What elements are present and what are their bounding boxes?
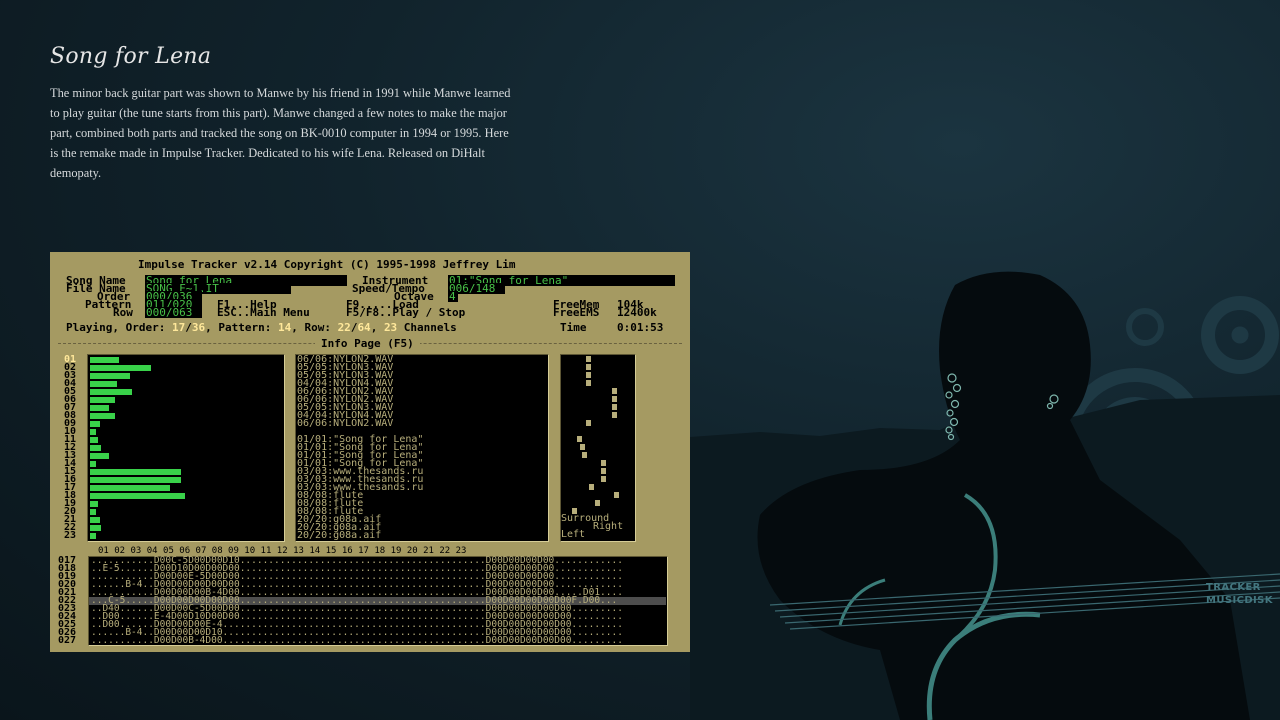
panning-marker: [595, 500, 600, 506]
page-title: Song for Lena: [50, 44, 212, 69]
channel-volume-bar: [90, 389, 132, 395]
channel-volume-bar: [90, 453, 109, 459]
panning-marker: [582, 452, 587, 458]
channel-number: 23: [64, 530, 77, 541]
channel-volume-bar: [90, 517, 100, 523]
panning-marker: [601, 468, 606, 474]
time-value: 0:01:53: [617, 321, 664, 334]
channel-volume-bar: [90, 485, 170, 491]
sample-entry: 06/06:NYLON2.WAV: [297, 418, 394, 429]
row-field[interactable]: 000/063: [145, 307, 202, 318]
badge-line-1: TRACKER: [1206, 582, 1261, 593]
panning-marker: [601, 460, 606, 466]
panning-marker: [577, 436, 582, 442]
panning-marker: [612, 396, 617, 402]
panning-marker: [580, 444, 585, 450]
channel-volume-bar: [90, 525, 101, 531]
channel-volume-bar: [90, 477, 181, 483]
channel-volume-bar: [90, 397, 115, 403]
panning-marker: [601, 476, 606, 482]
channel-volume-bar: [90, 405, 109, 411]
play-stop-hint: F5/F8..Play / Stop: [346, 306, 466, 319]
panning-marker: [586, 380, 591, 386]
panning-marker: [586, 372, 591, 378]
pattern-row-number: 027: [58, 635, 77, 646]
panning-marker: [612, 388, 617, 394]
main-menu-hint: ESC..Main Menu: [217, 306, 310, 319]
channel-volume-bar: [90, 461, 96, 467]
panning-marker: [612, 412, 617, 418]
channel-volume-bar: [90, 501, 98, 507]
channel-volume-bar: [90, 413, 115, 419]
channel-volume-bar: [90, 429, 96, 435]
channel-volume-bar: [90, 437, 98, 443]
playing-status: Playing, Order: 17/36, Pattern: 14, Row:…: [66, 321, 457, 334]
right-label: Right: [593, 521, 624, 532]
tracker-header: Impulse Tracker v2.14 Copyright (C) 1995…: [138, 258, 516, 271]
channel-volume-bar: [90, 421, 100, 427]
panning-marker: [612, 404, 617, 410]
channel-volume-bar: [90, 445, 101, 451]
freeems-value: 12400k: [617, 306, 657, 319]
impulse-tracker-window: Impulse Tracker v2.14 Copyright (C) 1995…: [50, 252, 690, 652]
panning-marker: [586, 420, 591, 426]
channel-volume-bar: [90, 365, 151, 371]
channel-volume-bar: [90, 493, 185, 499]
channel-volume-bar: [90, 533, 96, 539]
panning-marker: [586, 364, 591, 370]
panning-marker: [589, 484, 594, 490]
channel-volume-bar: [90, 469, 181, 475]
channel-volume-bar: [90, 509, 96, 515]
time-label: Time: [560, 321, 587, 334]
left-label: Left: [561, 529, 586, 540]
channel-volume-bar: [90, 357, 119, 363]
tracker-musicdisk-badge: TRACKER MUSICDISK: [1206, 581, 1273, 607]
panning-marker: [614, 492, 619, 498]
row-label: Row: [113, 306, 133, 319]
badge-line-2: MUSICDISK: [1206, 595, 1273, 606]
page-description: The minor back guitar part was shown to …: [50, 86, 511, 180]
channel-volume-bar: [90, 373, 130, 379]
octave-field[interactable]: 4: [448, 291, 458, 302]
panning-marker: [586, 356, 591, 362]
pattern-row[interactable]: ...........D00D00B-4D00.................…: [91, 636, 623, 646]
sample-entry: 20/20:g08a.aif: [297, 530, 382, 541]
freeems-label: FreeEMS: [553, 306, 600, 319]
channel-volume-bar: [90, 381, 117, 387]
info-page-title: Info Page (F5): [315, 338, 420, 349]
